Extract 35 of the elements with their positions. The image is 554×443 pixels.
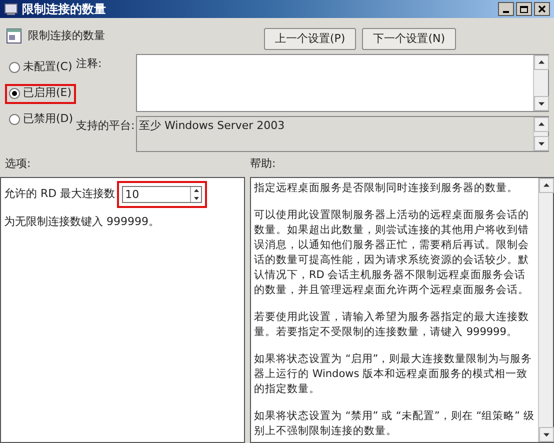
comment-field[interactable]	[136, 54, 549, 112]
nav-button[interactable]: 下一个设置(N)	[362, 28, 456, 50]
state-radio[interactable]: 已禁用(D)	[5, 110, 78, 130]
state-radio[interactable]: 已启用(E)	[5, 84, 76, 104]
options-label: 选项:	[4, 156, 32, 172]
close-icon	[538, 5, 546, 13]
scroll-up-icon[interactable]	[534, 116, 549, 132]
policy-icon	[6, 28, 22, 44]
platform-label: 支持的平台:	[76, 118, 136, 134]
scroll-up-icon[interactable]	[539, 178, 554, 193]
help-paragraph: 可以使用此设置限制服务器上活动的远程桌面服务会话的数量。如果超出此数量，则尝试连接的其他用户将收到错误消息，以通知他们服务器正忙，需要稍后再试。限制会话的数量可提高性能，因为请求系统资源的会话较少。默认情况下，RD 会话主机服务器不限制远程桌面服务会话的数量，并且管理远程桌面允许两个远程桌面服务会话。	[254, 208, 530, 298]
comment-label: 注释:	[76, 56, 103, 72]
field-label: 允许的 RD 最大连接数	[4, 186, 116, 202]
maximize-button[interactable]	[516, 2, 532, 16]
number-spinner[interactable]: 10	[122, 186, 202, 203]
scroll-down-icon[interactable]	[534, 136, 549, 150]
help-label: 帮助:	[250, 156, 276, 172]
hint-text: 为无限制连接数键入 999999。	[4, 214, 160, 230]
help-paragraph: 如果将状态设置为 “启用”，则最大连接数量限制为与服务器上运行的 Windows 版本和远程桌面服务的模式相一致的指定数量。	[254, 352, 534, 397]
scroll-up-icon[interactable]	[534, 54, 549, 70]
scroll-down-icon[interactable]	[539, 427, 554, 442]
setting-name: 限制连接的数量	[28, 28, 106, 44]
platform-value: 至少 Windows Server 2003	[138, 118, 285, 134]
scroll-down-icon[interactable]	[534, 96, 549, 110]
help-paragraph: 指定远程桌面服务是否限制同时连接到服务器的数量。	[254, 181, 519, 196]
nav-button[interactable]: 上一个设置(P)	[264, 28, 356, 50]
spin-up-icon[interactable]	[194, 189, 199, 192]
close-button[interactable]	[534, 2, 550, 16]
help-paragraph: 若要使用此设置，请输入希望为服务器指定的最大连接数量。若要指定不受限制的连接数量，请键入 999999。	[254, 310, 530, 340]
help-paragraph: 如果将状态设置为 “禁用” 或 “未配置”，则在 “组策略” 级别上不强制限制连接的数量。	[254, 409, 535, 439]
window-title: 限制连接的数量	[22, 1, 107, 18]
spin-down-icon[interactable]	[194, 196, 199, 200]
state-radio[interactable]: 未配置(C)	[5, 58, 76, 78]
minimize-button[interactable]	[498, 2, 514, 16]
window-icon	[4, 2, 18, 16]
